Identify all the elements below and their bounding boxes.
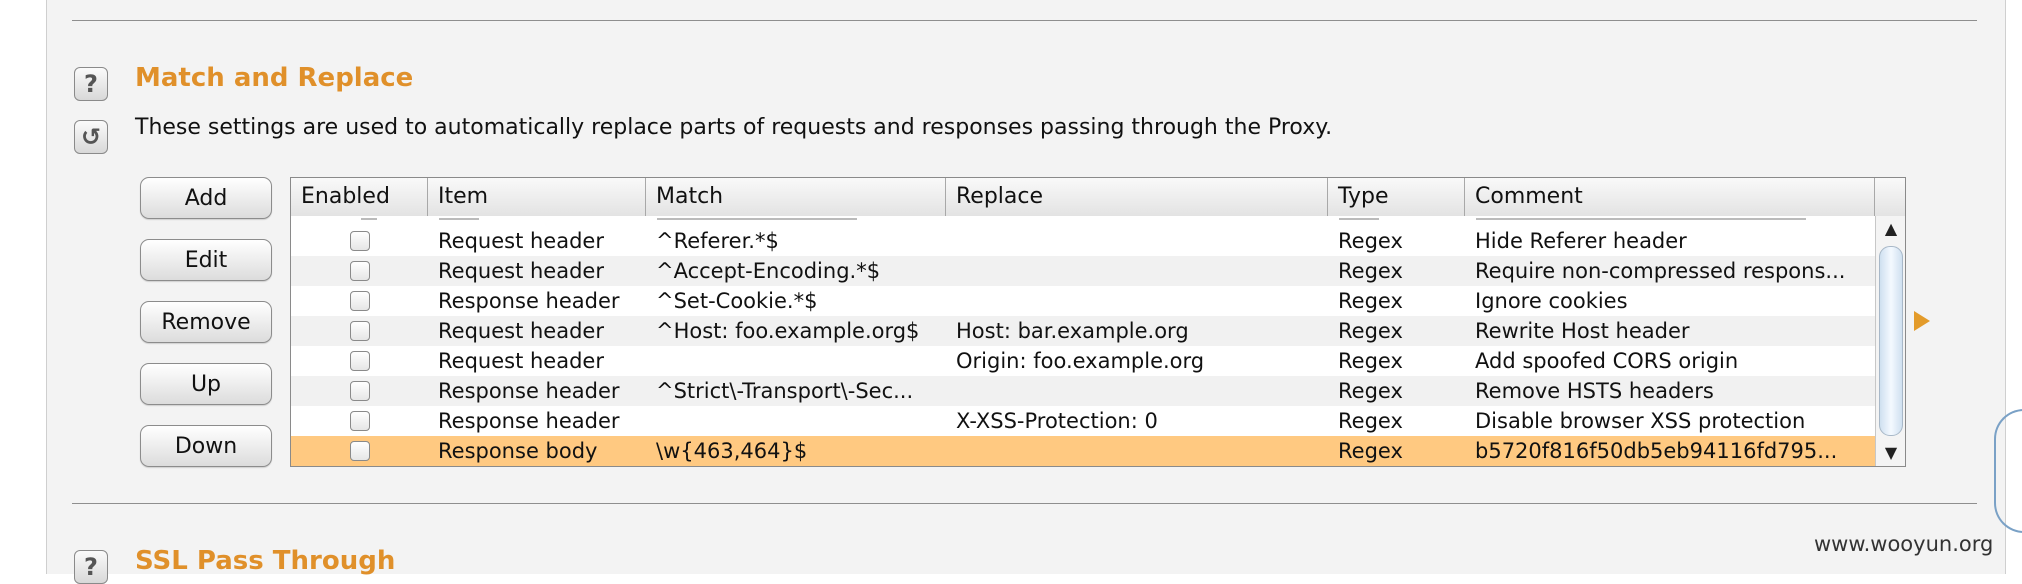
cell-type: Regex: [1338, 259, 1403, 283]
cell-match: [646, 406, 946, 436]
up-button[interactable]: Up: [140, 363, 272, 405]
window-edge-decoration: [1994, 409, 2022, 533]
down-button[interactable]: Down: [140, 425, 272, 467]
top-divider: [72, 20, 1977, 21]
cell-item: Request header: [438, 229, 604, 253]
table-row[interactable]: Request header Origin: foo.example.org Reg…: [291, 346, 1875, 376]
cell-replace: [946, 286, 1328, 316]
cell-item: Response header: [438, 409, 620, 433]
scroll-down-arrow-icon[interactable]: ▼: [1881, 443, 1901, 463]
table-row[interactable]: Response header ^Strict\-Transport\-Sec..…: [291, 376, 1875, 406]
cell-replace: Host: bar.example.org: [956, 319, 1189, 343]
column-header-comment[interactable]: Comment: [1465, 178, 1875, 216]
cell-item: Response header: [438, 379, 620, 403]
scroll-up-arrow-icon[interactable]: ▲: [1881, 219, 1901, 239]
cell-type: Regex: [1338, 349, 1403, 373]
cell-item: Request header: [438, 349, 604, 373]
cell-match: [646, 346, 946, 376]
cell-comment: Rewrite Host header: [1475, 319, 1690, 343]
table-header: Enabled Item Match Replace Type Comment: [291, 178, 1875, 217]
cell-replace: X-XSS-Protection: 0: [956, 409, 1158, 433]
scrollbar-thumb[interactable]: [1879, 246, 1903, 436]
cell-match: ^Host: foo.example.org$: [656, 319, 920, 343]
column-header-enabled[interactable]: Enabled: [291, 178, 428, 216]
column-header-item[interactable]: Item: [428, 178, 646, 216]
match-replace-table: Enabled Item Match Replace Type Comment …: [290, 177, 1906, 467]
enabled-checkbox[interactable]: [350, 351, 370, 371]
table-row[interactable]: Request header ^Referer.*$ Regex Hide Refer…: [291, 226, 1875, 256]
cell-item: Request header: [438, 259, 604, 283]
column-header-replace[interactable]: Replace: [946, 178, 1328, 216]
cell-comment: Ignore cookies: [1475, 289, 1628, 313]
table-row[interactable]: Response body \w{463,464}$ Regex b5720f816…: [291, 436, 1875, 466]
enabled-checkbox[interactable]: [350, 291, 370, 311]
cell-type: Regex: [1338, 319, 1403, 343]
cell-match: ^Accept-Encoding.*$: [656, 259, 881, 283]
table-row[interactable]: Request header ^Host: foo.example.org$ Hos…: [291, 316, 1875, 346]
table-row[interactable]: Response header X-XSS-Protection: 0 Regex D…: [291, 406, 1875, 436]
cell-comment: Remove HSTS headers: [1475, 379, 1714, 403]
enabled-checkbox[interactable]: [350, 411, 370, 431]
cell-comment: Add spoofed CORS origin: [1475, 349, 1739, 373]
cell-type: Regex: [1338, 439, 1403, 463]
cell-comment: b5720f816f50db5eb94116fd795...: [1475, 439, 1838, 463]
cell-comment: Hide Referer header: [1475, 229, 1687, 253]
remove-button[interactable]: Remove: [140, 301, 272, 343]
table-row[interactable]: Response header ^Set-Cookie.*$ Regex Ignore…: [291, 286, 1875, 316]
help-icon-ssl[interactable]: ?: [74, 550, 108, 584]
cell-type: Regex: [1338, 289, 1403, 313]
cell-type: Regex: [1338, 379, 1403, 403]
enabled-checkbox[interactable]: [350, 261, 370, 281]
cell-replace: Origin: foo.example.org: [956, 349, 1205, 373]
column-header-type[interactable]: Type: [1328, 178, 1465, 216]
cell-match: ^Referer.*$: [656, 229, 779, 253]
cell-replace: [946, 226, 1328, 256]
cell-item: Request header: [438, 319, 604, 343]
watermark: www.wooyun.org: [1814, 532, 1994, 556]
enabled-checkbox[interactable]: [350, 321, 370, 341]
enabled-checkbox[interactable]: [350, 381, 370, 401]
restore-defaults-icon[interactable]: ↺: [74, 120, 108, 154]
vertical-scrollbar[interactable]: ▲ ▼: [1875, 216, 1905, 466]
cell-type: Regex: [1338, 409, 1403, 433]
ssl-pass-through-title: SSL Pass Through: [135, 546, 396, 576]
cell-match: \w{463,464}$: [656, 439, 808, 463]
bottom-divider: [72, 503, 1977, 504]
help-icon[interactable]: ?: [74, 67, 108, 101]
cell-replace: [946, 376, 1328, 406]
table-row[interactable]: Request header ^Accept-Encoding.*$ Regex Re…: [291, 256, 1875, 286]
cell-replace: [946, 256, 1328, 286]
partially-scrolled-row: [291, 216, 1875, 226]
cell-match: ^Set-Cookie.*$: [656, 289, 818, 313]
column-header-match[interactable]: Match: [646, 178, 946, 216]
cell-comment: Disable browser XSS protection: [1475, 409, 1806, 433]
play-arrow-icon: [1914, 311, 1930, 331]
enabled-checkbox[interactable]: [350, 441, 370, 461]
add-button[interactable]: Add: [140, 177, 272, 219]
section-title: Match and Replace: [135, 63, 414, 93]
cell-type: Regex: [1338, 229, 1403, 253]
header-corner: [1875, 178, 1905, 217]
cell-replace: [946, 436, 1328, 466]
edit-button[interactable]: Edit: [140, 239, 272, 281]
cell-match: ^Strict\-Transport\-Sec...: [656, 379, 914, 403]
cell-comment: Require non-compressed respons...: [1475, 259, 1846, 283]
enabled-checkbox[interactable]: [350, 231, 370, 251]
section-description: These settings are used to automatically…: [135, 115, 1333, 140]
cell-item: Response header: [438, 289, 620, 313]
cell-item: Response body: [438, 439, 598, 463]
